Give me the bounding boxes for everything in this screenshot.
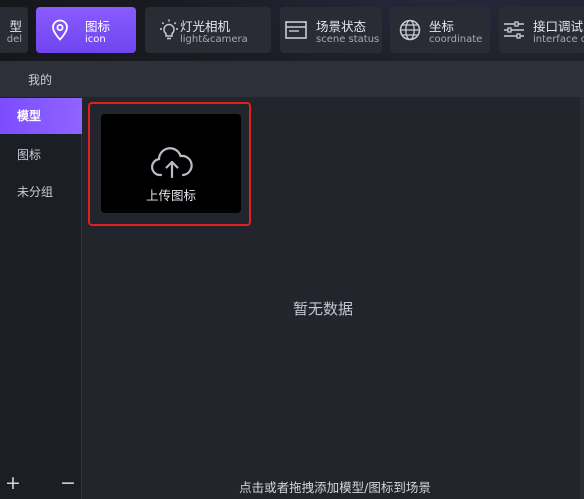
tool-interface-debug-label: 接口调试 (533, 19, 584, 34)
window-icon (285, 21, 307, 39)
tool-light-camera[interactable]: 灯光相机 light&camera (145, 7, 271, 53)
sidebar-item-model[interactable]: 模型 (0, 98, 82, 134)
cloud-upload-icon (151, 147, 193, 179)
add-group-button[interactable]: + (2, 472, 24, 494)
category-sidebar: 模型 图标 未分组 (0, 97, 82, 499)
upload-label: 上传图标 (145, 188, 196, 203)
map-pin-icon (52, 19, 68, 41)
upload-icon-button[interactable]: 上传图标 (101, 114, 241, 213)
tab-mine[interactable]: 我的 (28, 71, 52, 88)
sidebar-item-icon[interactable]: 图标 (0, 137, 82, 173)
tool-light-camera-sublabel: light&camera (180, 34, 248, 45)
top-toolbar: 型 del 图标 icon 灯光相机 light&camera 场景状态 sce… (0, 0, 584, 61)
globe-icon (399, 19, 421, 41)
tool-icon[interactable]: 图标 icon (36, 7, 136, 53)
sliders-icon (504, 21, 524, 39)
sub-tab-bar: 我的 (0, 61, 584, 97)
tool-coordinate-label: 坐标 (429, 19, 455, 34)
lightbulb-icon (160, 19, 178, 40)
tool-light-camera-label: 灯光相机 (180, 19, 231, 34)
tool-model[interactable]: 型 del (0, 7, 28, 53)
tool-model-sublabel: del (6, 34, 22, 45)
remove-group-button[interactable]: − (57, 472, 79, 494)
tool-model-label: 型 (9, 19, 22, 34)
tool-scene-status-sublabel: scene status (316, 34, 380, 45)
tool-interface-debug-sublabel: interface d (533, 34, 584, 45)
sidebar-item-ungrouped[interactable]: 未分组 (0, 174, 82, 210)
tool-icon-label: 图标 (85, 19, 111, 34)
tool-icon-sublabel: icon (85, 34, 106, 45)
tool-interface-debug[interactable]: 接口调试 interface d (499, 7, 584, 53)
tool-coordinate[interactable]: 坐标 coordinate (390, 7, 490, 53)
tool-scene-status-label: 场景状态 (316, 19, 367, 34)
tool-scene-status[interactable]: 场景状态 scene status (280, 7, 382, 53)
tool-coordinate-sublabel: coordinate (429, 34, 483, 45)
drag-hint-text: 点击或者拖拽添加模型/图标到场景 (239, 480, 431, 495)
scrollbar-track[interactable] (580, 97, 584, 499)
empty-state-text: 暂无数据 (292, 300, 353, 318)
